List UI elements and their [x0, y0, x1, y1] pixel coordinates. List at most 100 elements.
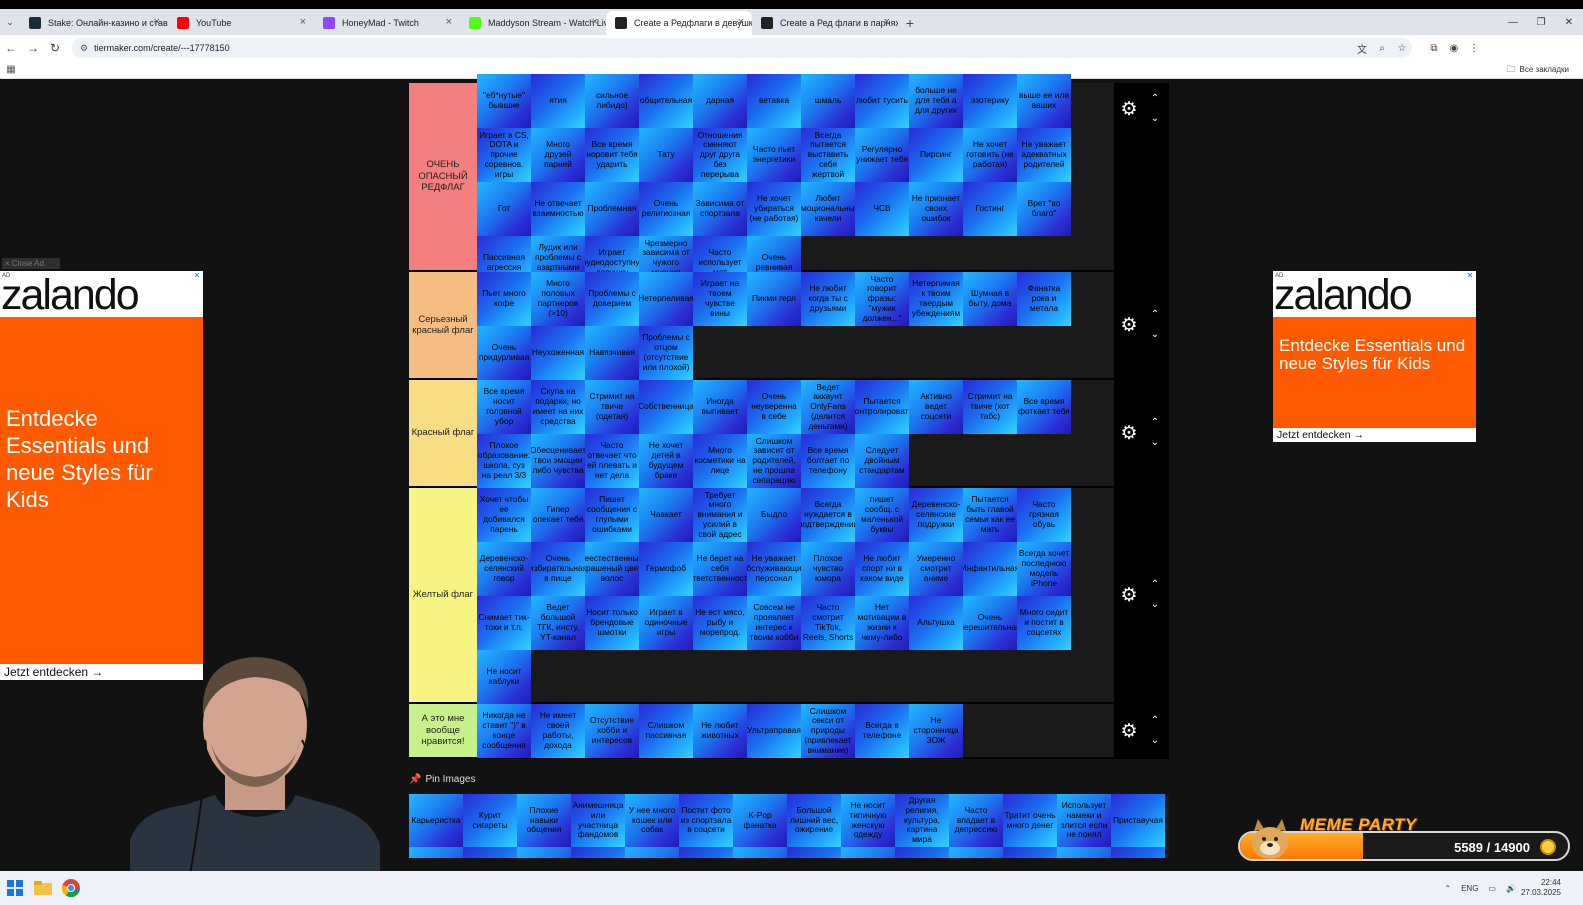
pool-item[interactable] — [1111, 847, 1165, 858]
pool-item[interactable]: Курит сигареты — [463, 794, 517, 847]
forward-icon[interactable]: → — [22, 41, 44, 55]
move-down-icon[interactable]: ⌄ — [1149, 735, 1161, 746]
tier-item[interactable]: Проблемы с доверием — [585, 272, 639, 326]
tier-item[interactable]: Много друзей парней — [531, 128, 585, 182]
move-up-icon[interactable]: ⌃ — [1149, 418, 1161, 428]
tab-close-icon[interactable]: × — [738, 16, 744, 28]
extensions-icon[interactable]: ⧉ — [1424, 43, 1444, 54]
tier-item[interactable]: Очень избирательная в пище — [531, 542, 585, 596]
tier-item[interactable]: Плохое чувство юмора — [801, 542, 855, 596]
tab-close-icon[interactable]: × — [300, 16, 306, 28]
tab-close-icon[interactable]: × — [446, 16, 452, 28]
browser-tab[interactable]: Create a Ред флаги в парнях Ti × — [752, 11, 898, 35]
tier-item[interactable]: Слишком пассивная — [639, 704, 693, 758]
tier-item[interactable]: Гостинг — [963, 182, 1017, 236]
tier-label[interactable]: Серьезный красный флаг — [409, 272, 477, 378]
browser-tab[interactable]: Maddyson Stream - Watch Live × — [460, 11, 606, 35]
tier-item[interactable]: Стримит на твиче (одетая) — [585, 380, 639, 434]
tier-item[interactable]: Не имеет своей работы, дохода — [531, 704, 585, 758]
all-bookmarks-button[interactable]: 🗀 Все закладки — [1507, 62, 1569, 78]
settings-gear-icon[interactable]: ⚙ — [1119, 424, 1139, 444]
move-up-icon[interactable]: ⌃ — [1149, 310, 1161, 320]
tier-item[interactable]: Всегда пытается выставить себя жертвой — [801, 128, 855, 182]
reload-icon[interactable]: ↻ — [44, 41, 66, 55]
tier-item[interactable]: Хочет чтобы ее добивался парень — [477, 488, 531, 542]
tier-item[interactable]: Все время носит головной убор — [477, 380, 531, 434]
ad-banner-left[interactable]: AD ✕ zalando Entdecke Essentials und neu… — [0, 271, 203, 680]
tier-item[interactable]: Нетерпеливая — [639, 272, 693, 326]
volume-icon[interactable]: 🔊 — [1506, 884, 1516, 893]
tier-item[interactable]: Неухоженная — [531, 326, 585, 380]
tab-close-icon[interactable]: × — [154, 16, 160, 28]
tab-search-icon[interactable]: ⌄ — [0, 9, 20, 35]
pool-item[interactable]: Постит фото из спортзала в соцсети — [679, 794, 733, 847]
tier-item[interactable]: Деревенско-селянские подружки — [909, 488, 963, 542]
tier-item[interactable]: ятия — [531, 74, 585, 128]
tier-item[interactable]: Альтушка — [909, 596, 963, 650]
tray-chevron-icon[interactable]: ⌃ — [1444, 884, 1451, 893]
tier-item[interactable]: Умеренно смотрит аниме — [909, 542, 963, 596]
tier-item[interactable]: общительная — [639, 74, 693, 128]
tier-item[interactable]: Ведет большой ТГК, инсту, YT-канал — [531, 596, 585, 650]
pool-item[interactable]: Другая религия, культура, картина мира — [895, 794, 949, 847]
close-window-icon[interactable]: ✕ — [1555, 9, 1583, 35]
tier-item[interactable]: Не любит спорт ни в каком виде — [855, 542, 909, 596]
tier-item[interactable]: Всегда нуждается в подтверждении — [801, 488, 855, 542]
move-down-icon[interactable]: ⌄ — [1149, 438, 1161, 448]
tier-item[interactable]: Пикми герл — [747, 272, 801, 326]
browser-tab[interactable]: HoneyMad - Twitch × — [314, 11, 460, 35]
tier-item[interactable]: Деревенско-селянский говор — [477, 542, 531, 596]
settings-gear-icon[interactable]: ⚙ — [1119, 99, 1139, 120]
settings-gear-icon[interactable]: ⚙ — [1119, 721, 1139, 742]
tier-item[interactable]: Стримит на твиче (хот табс) — [963, 380, 1017, 434]
tier-item[interactable]: Не любит животных — [693, 704, 747, 758]
tier-item[interactable]: любит тусить — [855, 74, 909, 128]
pool-item[interactable]: У нее много кошек или собак — [625, 794, 679, 847]
pool-item[interactable]: Карьеристка — [409, 794, 463, 847]
tier-item[interactable]: Фанатка рока и метала — [1017, 272, 1071, 326]
bookmark-star-icon[interactable]: ☆ — [1392, 43, 1412, 54]
tier-item[interactable]: Врет "во благо" — [1017, 182, 1071, 236]
tier-item[interactable]: "еб*нутые" бывшие — [477, 74, 531, 128]
tier-label[interactable]: Желтый флаг — [409, 488, 477, 702]
tier-item[interactable]: Все время фоткает тебя — [1017, 380, 1071, 434]
tier-item[interactable]: Не хочет убираться (не работая) — [747, 182, 801, 236]
tier-item[interactable]: Гермофоб — [639, 542, 693, 596]
move-up-icon[interactable]: ⌃ — [1149, 580, 1161, 590]
tier-item[interactable]: Скупа на подарки, но имеет на них средст… — [531, 380, 585, 434]
tier-item[interactable]: Много косметики на лице — [693, 434, 747, 488]
tier-item[interactable]: сильное либидо) — [585, 74, 639, 128]
settings-gear-icon[interactable]: ⚙ — [1119, 586, 1139, 606]
tier-item[interactable]: Играет на твоем чувстве вины — [693, 272, 747, 326]
pool-item[interactable]: Яростная — [625, 847, 679, 858]
minimize-icon[interactable]: — — [1499, 9, 1527, 35]
pool-item[interactable]: K-Pop фанатка — [733, 794, 787, 847]
tier-item[interactable]: Пишет сообщения с глупыми ошибками — [585, 488, 639, 542]
pool-item[interactable]: Не носит типичную женскую одежду — [841, 794, 895, 847]
tier-item[interactable]: Гот — [477, 182, 531, 236]
tier-item[interactable]: Иногда выпивает — [693, 380, 747, 434]
tier-item[interactable]: Быдло — [747, 488, 801, 542]
tier-item[interactable]: Пытается быть главой семьи как ее мать — [963, 488, 1017, 542]
tier-item[interactable]: Не носит каблуки — [477, 650, 531, 704]
ad-cta-link[interactable]: Jetzt entdecken → — [1273, 428, 1476, 442]
tier-item[interactable]: Не любит когда ты с друзьями — [801, 272, 855, 326]
tier-item[interactable]: Много половых партнеров (>10) — [531, 272, 585, 326]
tier-item[interactable]: выше ее или ваших — [1017, 74, 1071, 128]
tier-item[interactable]: Собственница — [639, 380, 693, 434]
close-ad-button[interactable]: × Close Ad — [2, 258, 60, 269]
tier-item[interactable]: Очень нерешительная — [963, 596, 1017, 650]
tier-item[interactable]: Играет в CS, DOTA и прочие соревнов. игр… — [477, 128, 531, 182]
tier-item[interactable]: Не хочет детей в будущем браке — [639, 434, 693, 488]
tier-item[interactable]: Не ест мясо, рыбу и морепрод. — [693, 596, 747, 650]
tier-item[interactable]: Всегда хочет последнюю модель iPhone — [1017, 542, 1071, 596]
move-up-icon[interactable]: ⌃ — [1149, 715, 1161, 726]
tier-item[interactable]: Не берет на себя ответственность — [693, 542, 747, 596]
language-indicator[interactable]: ENG — [1461, 884, 1478, 893]
pool-item[interactable] — [949, 847, 1003, 858]
tier-item[interactable]: Проблемы с отцом (отсутствие или плохой) — [639, 326, 693, 380]
browser-tab[interactable]: Create a Редфлаги в девушках × — [606, 11, 752, 35]
tier-item[interactable]: Не уважает обслуживающий персонал — [747, 542, 801, 596]
tier-label[interactable]: ОЧЕНЬ ОПАСНЫЙ РЕДФЛАГ — [409, 83, 477, 270]
tier-item[interactable]: Любит эмоциональные качели — [801, 182, 855, 236]
